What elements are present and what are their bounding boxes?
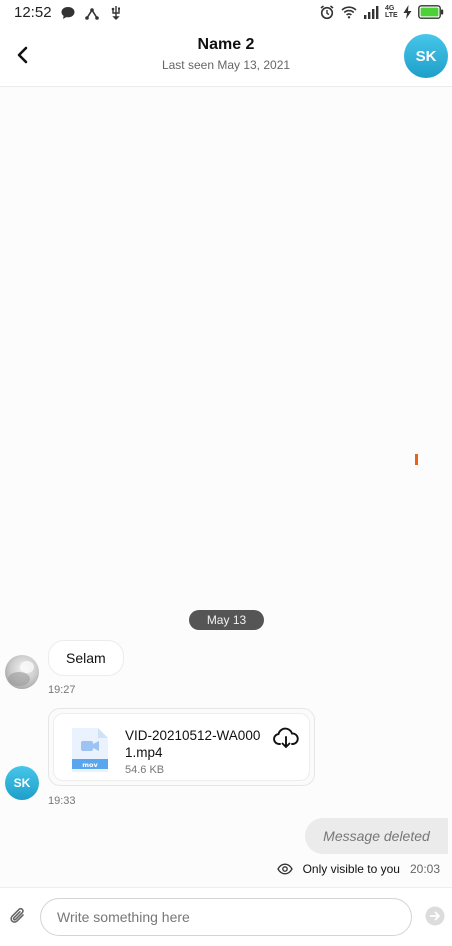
composer-bar (0, 887, 452, 946)
file-size: 54.6 KB (125, 764, 165, 776)
status-bar: 12:52 4G LTE (0, 0, 452, 26)
conversation-info[interactable]: Name 2 Last seen May 13, 2021 (100, 36, 352, 72)
send-icon[interactable] (425, 906, 445, 926)
visibility-note: Only visible to you 20:03 (276, 862, 440, 876)
eye-icon (276, 863, 293, 875)
file-attachment-message[interactable]: mov VID-20210512-WA0001.mp4 54.6 KB (48, 708, 315, 786)
alarm-icon (320, 5, 334, 20)
message-time: 20:03 (409, 862, 440, 876)
paperclip-icon[interactable] (8, 905, 28, 927)
chat-bubble-icon (61, 7, 75, 19)
battery-icon (418, 5, 444, 19)
date-divider: May 13 (189, 610, 264, 630)
wifi-icon (341, 6, 357, 19)
file-type-label: mov (82, 761, 98, 769)
status-time: 12:52 (14, 4, 52, 21)
contact-name: Name 2 (197, 36, 255, 53)
cloud-download-icon[interactable] (273, 727, 299, 749)
contact-avatar[interactable]: SK (404, 34, 448, 78)
video-file-icon: mov (72, 728, 108, 772)
deleted-message-bubble[interactable]: Message deleted (305, 818, 448, 854)
message-input[interactable] (40, 898, 412, 936)
chat-header: Name 2 Last seen May 13, 2021 SK (0, 26, 452, 87)
network-share-icon (85, 8, 99, 20)
avatar[interactable] (5, 655, 39, 689)
scroll-indicator (415, 454, 418, 465)
chevron-left-icon[interactable] (10, 42, 36, 68)
message-bubble[interactable]: Selam (48, 640, 124, 676)
file-name: VID-20210512-WA0001.mp4 (125, 728, 261, 760)
avatar-photo (8, 661, 34, 686)
last-seen-text: Last seen May 13, 2021 (161, 58, 291, 72)
visibility-text: Only visible to you (302, 862, 400, 876)
usb-icon (111, 6, 120, 20)
sender-avatar[interactable]: SK (5, 766, 39, 800)
message-time: 19:33 (48, 795, 76, 807)
message-time: 19:27 (48, 684, 76, 696)
network-type-label: 4G LTE (385, 5, 398, 19)
signal-icon (364, 6, 379, 19)
charging-icon (403, 5, 412, 19)
